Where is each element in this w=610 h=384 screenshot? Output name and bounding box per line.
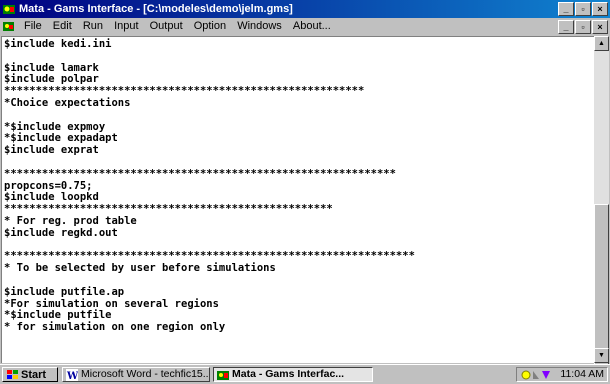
code-line[interactable]	[4, 51, 594, 63]
doc-minimize-button[interactable]: _	[558, 20, 574, 34]
scroll-up-button[interactable]: ▲	[594, 36, 609, 51]
application-window: Mata - Gams Interface - [C:\modeles\demo…	[0, 0, 610, 376]
document-icon[interactable]	[2, 20, 15, 33]
code-editor[interactable]: $include kedi.ini $include lamark $include…	[1, 36, 594, 363]
taskbar: Start W Microsoft Word - techfic15... Ma…	[0, 364, 610, 384]
word-icon: W	[66, 369, 78, 381]
menu-input[interactable]: Input	[110, 18, 142, 35]
code-line[interactable]	[4, 275, 594, 287]
code-line[interactable]: $include exprat	[4, 144, 594, 157]
code-line[interactable]: * To be selected by user before simulati…	[4, 262, 594, 275]
taskbar-word-label: Microsoft Word - techfic15...	[81, 368, 210, 380]
system-tray: 11:04 AM	[516, 367, 608, 382]
menu-items: File Edit Run Input Output Option Window…	[20, 18, 335, 35]
mata-taskbar-icon	[217, 371, 229, 380]
menu-option[interactable]: Option	[190, 18, 230, 35]
start-button[interactable]: Start	[2, 367, 58, 382]
doc-restore-button[interactable]: ▫	[575, 20, 591, 34]
menu-run[interactable]: Run	[79, 18, 107, 35]
code-line[interactable]: *Choice expectations	[4, 97, 594, 110]
menu-about[interactable]: About...	[289, 18, 335, 35]
doc-close-button[interactable]: ×	[592, 20, 608, 34]
code-line[interactable]: * for simulation on one region only	[4, 321, 594, 334]
minimize-button[interactable]: _	[558, 2, 574, 16]
menu-edit[interactable]: Edit	[49, 18, 76, 35]
windows-logo-icon	[7, 370, 18, 379]
clock: 11:04 AM	[560, 368, 604, 380]
code-line[interactable]	[4, 157, 594, 169]
taskbar-mata-label: Mata - Gams Interfac...	[232, 368, 345, 380]
close-button[interactable]: ×	[592, 2, 608, 16]
tray-icons[interactable]	[521, 369, 551, 381]
start-label: Start	[21, 369, 47, 381]
taskbar-mata-button[interactable]: Mata - Gams Interfac...	[213, 367, 373, 382]
code-line[interactable]: $include putfile.ap	[4, 286, 594, 299]
menu-output[interactable]: Output	[146, 18, 187, 35]
window-title: Mata - Gams Interface - [C:\modeles\demo…	[19, 3, 293, 15]
taskbar-word-button[interactable]: W Microsoft Word - techfic15...	[62, 367, 210, 382]
code-line[interactable]: * For reg. prod table	[4, 215, 594, 228]
scroll-down-button[interactable]: ▼	[594, 348, 609, 363]
code-line[interactable]	[4, 110, 594, 122]
maximize-button[interactable]: ▫	[575, 2, 591, 16]
code-line[interactable]: $include regkd.out	[4, 227, 594, 240]
code-line[interactable]: $include kedi.ini	[4, 38, 594, 51]
title-bar[interactable]: Mata - Gams Interface - [C:\modeles\demo…	[0, 0, 610, 18]
vertical-scrollbar[interactable]: ▲ ▼	[594, 36, 609, 376]
svg-text:W: W	[66, 371, 78, 381]
code-lines[interactable]: $include kedi.ini $include lamark $include…	[2, 37, 594, 334]
menu-bar: File Edit Run Input Output Option Window…	[0, 18, 610, 35]
menu-windows[interactable]: Windows	[233, 18, 286, 35]
menu-file[interactable]: File	[20, 18, 46, 35]
code-line[interactable]: ****************************************…	[4, 168, 594, 181]
mata-app-icon	[3, 5, 15, 14]
